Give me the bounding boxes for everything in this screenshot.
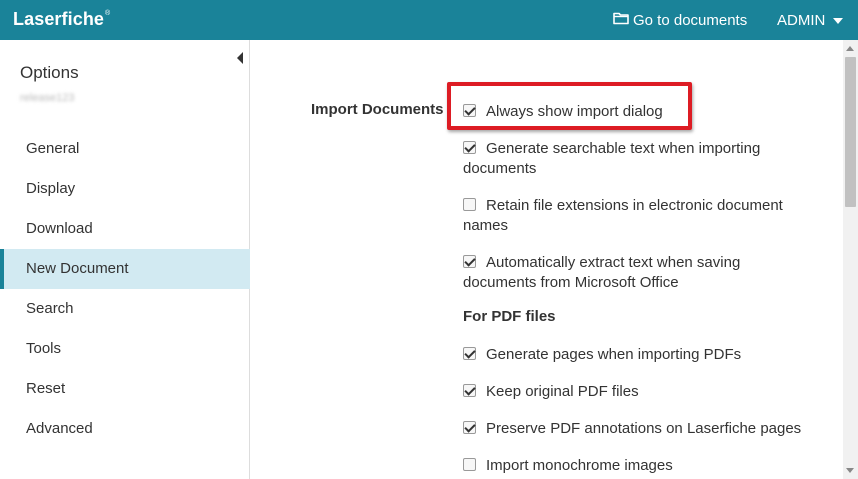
option-retain-file-extensions[interactable]: Retain file extensions in electronic doc… bbox=[463, 196, 813, 236]
sidebar-subtitle: release123 bbox=[20, 92, 75, 104]
vertical-scrollbar[interactable] bbox=[843, 40, 858, 479]
sidebar-nav: General Display Download New Document Se… bbox=[0, 129, 250, 449]
import-documents-label: Import Documents bbox=[311, 101, 444, 118]
go-to-documents-link[interactable]: Go to documents bbox=[613, 11, 747, 29]
option-generate-searchable-text[interactable]: Generate searchable text when importing … bbox=[463, 139, 813, 179]
scroll-up-icon[interactable] bbox=[846, 46, 854, 51]
option-label: Automatically extract text when saving d… bbox=[463, 254, 741, 291]
user-menu[interactable]: ADMIN bbox=[777, 11, 844, 29]
checkbox[interactable] bbox=[463, 255, 476, 268]
folder-icon bbox=[613, 11, 633, 29]
option-label: Preserve PDF annotations on Laserfiche p… bbox=[486, 420, 802, 437]
option-label: Import monochrome images bbox=[486, 457, 673, 474]
option-label: Keep original PDF files bbox=[486, 383, 639, 400]
option-label: Generate searchable text when importing … bbox=[463, 140, 761, 177]
checkbox[interactable] bbox=[463, 384, 476, 397]
pdf-files-heading: For PDF files bbox=[463, 308, 556, 325]
checkbox[interactable] bbox=[463, 347, 476, 360]
chevron-down-icon bbox=[833, 18, 844, 24]
sidebar-item-new-document[interactable]: New Document bbox=[0, 249, 250, 289]
option-keep-original-pdf[interactable]: Keep original PDF files bbox=[463, 382, 813, 402]
option-label: Generate pages when importing PDFs bbox=[486, 346, 742, 363]
options-content: Import Documents Always show import dial… bbox=[251, 40, 843, 479]
sidebar-item-download[interactable]: Download bbox=[0, 209, 250, 249]
checkbox[interactable] bbox=[463, 421, 476, 434]
top-bar: Laserfiche® Go to documents ADMIN bbox=[0, 0, 858, 40]
sidebar-item-reset[interactable]: Reset bbox=[0, 369, 250, 409]
option-always-show-import-dialog[interactable]: Always show import dialog bbox=[463, 102, 813, 122]
option-import-monochrome[interactable]: Import monochrome images bbox=[463, 456, 813, 476]
option-label: Always show import dialog bbox=[486, 103, 663, 120]
sidebar-item-advanced[interactable]: Advanced bbox=[0, 409, 250, 449]
option-preserve-pdf-annotations[interactable]: Preserve PDF annotations on Laserfiche p… bbox=[463, 419, 813, 439]
sidebar-item-search[interactable]: Search bbox=[0, 289, 250, 329]
option-label: Retain file extensions in electronic doc… bbox=[463, 197, 783, 234]
collapse-sidebar-icon[interactable] bbox=[237, 52, 243, 64]
laserfiche-logo[interactable]: Laserfiche® bbox=[13, 9, 110, 30]
user-name: ADMIN bbox=[777, 11, 826, 29]
go-to-documents-label: Go to documents bbox=[633, 11, 748, 29]
checkbox[interactable] bbox=[463, 458, 476, 471]
checkbox[interactable] bbox=[463, 198, 476, 211]
checkbox[interactable] bbox=[463, 104, 476, 117]
sidebar-title: Options bbox=[20, 63, 79, 82]
sidebar-item-general[interactable]: General bbox=[0, 129, 250, 169]
scroll-down-icon[interactable] bbox=[846, 468, 854, 473]
checkbox[interactable] bbox=[463, 141, 476, 154]
option-extract-text-office[interactable]: Automatically extract text when saving d… bbox=[463, 253, 813, 293]
option-generate-pages-pdf[interactable]: Generate pages when importing PDFs bbox=[463, 345, 813, 365]
sidebar-item-tools[interactable]: Tools bbox=[0, 329, 250, 369]
scrollbar-thumb[interactable] bbox=[845, 57, 856, 207]
sidebar-item-display[interactable]: Display bbox=[0, 169, 250, 209]
options-sidebar: Options release123 General Display Downl… bbox=[0, 40, 250, 479]
